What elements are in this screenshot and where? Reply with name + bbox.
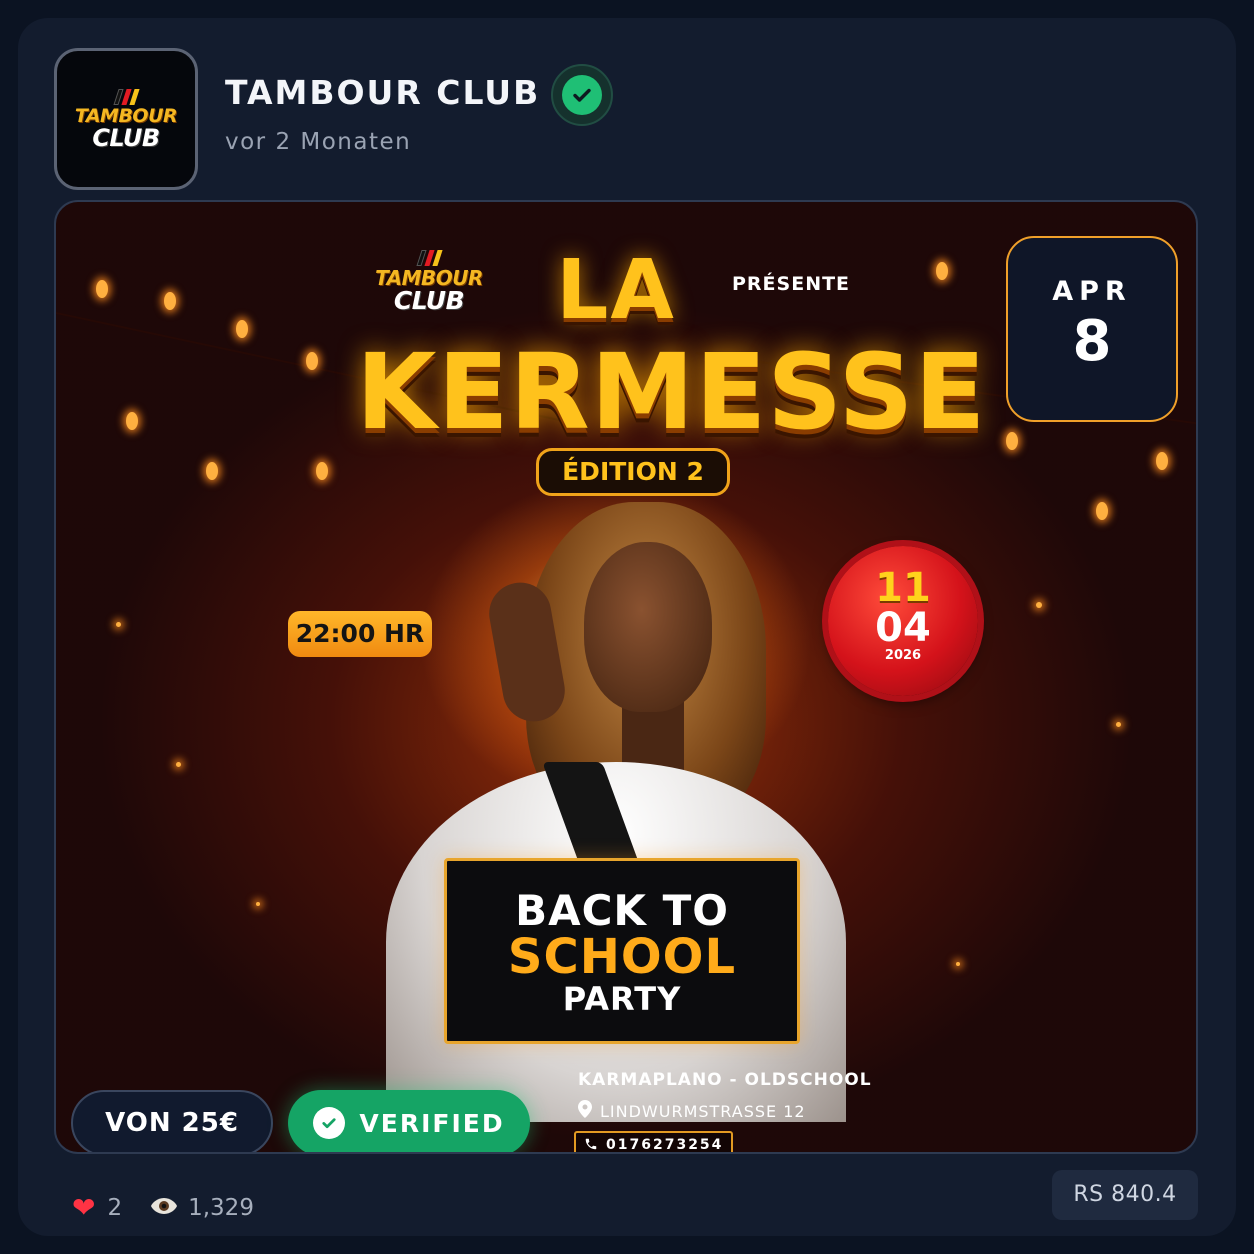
- location-pin-icon: [578, 1100, 592, 1122]
- bulb: [96, 280, 108, 298]
- date-seal: 11 04 2026: [828, 546, 978, 696]
- verified-badge: [551, 64, 613, 126]
- bulb: [306, 352, 318, 370]
- presente-label: PRÉSENTE: [732, 273, 851, 295]
- poster-logo-bottom: CLUB: [393, 286, 465, 315]
- bulb: [126, 412, 138, 430]
- verified-label: VERIFIED: [359, 1108, 505, 1138]
- spark: [176, 762, 181, 767]
- poster-club-logo: TAMBOUR CLUB: [364, 250, 494, 313]
- verified-pill[interactable]: VERIFIED: [288, 1090, 530, 1152]
- back-to-school-banner: BACK TO SCHOOL PARTY: [444, 858, 800, 1044]
- banner-line-1: BACK TO: [515, 886, 729, 935]
- spark: [256, 902, 260, 906]
- spark: [116, 622, 121, 627]
- bulb: [1006, 432, 1018, 450]
- seal-year: 2026: [884, 648, 922, 663]
- price-tag[interactable]: RS 840.4: [1052, 1170, 1198, 1220]
- edition-badge: ÉDITION 2: [536, 448, 730, 496]
- eye-icon: [150, 1195, 178, 1221]
- address-text: LINDWURMSTRASSE 12: [600, 1101, 806, 1121]
- check-circle-icon: [313, 1107, 346, 1139]
- bulb: [1096, 502, 1108, 520]
- seal-month: 04: [875, 605, 931, 651]
- spark: [1036, 602, 1042, 608]
- event-card[interactable]: TAMBOUR CLUB TAMBOUR CLUB vor 2 Monaten: [18, 18, 1236, 1236]
- club-name[interactable]: TAMBOUR CLUB: [225, 73, 540, 112]
- check-circle-icon: [562, 75, 602, 115]
- model-face: [584, 542, 712, 712]
- bulb: [316, 462, 328, 480]
- bulb: [236, 320, 248, 338]
- seal-day: 11: [875, 565, 931, 611]
- banner-line-3: PARTY: [562, 980, 682, 1018]
- bulb: [1156, 452, 1168, 470]
- bulb: [936, 262, 948, 280]
- venue-name: KARMAPLANO - OLDSCHOOL: [578, 1070, 872, 1090]
- flag-stripes-icon: [112, 88, 140, 105]
- phone-box: 0176273254: [574, 1131, 734, 1153]
- poster-logo-top: TAMBOUR: [375, 266, 483, 290]
- heart-icon[interactable]: ❤: [72, 1194, 95, 1222]
- avatar-logo-bottom: CLUB: [92, 123, 160, 152]
- phone-number: 0176273254: [606, 1137, 724, 1153]
- flag-stripes-icon: [361, 250, 496, 266]
- banner-line-2: SCHOOL: [507, 929, 737, 985]
- phone-icon: [584, 1136, 598, 1153]
- view-count: 1,329: [188, 1195, 254, 1221]
- spark: [956, 962, 960, 966]
- like-count: 2: [107, 1195, 123, 1221]
- spark: [1116, 722, 1121, 727]
- footer-stats: ❤ 2 1,329: [72, 1194, 254, 1222]
- time-badge: 22:00 HR: [288, 611, 432, 657]
- event-poster[interactable]: TAMBOUR CLUB PRÉSENTE LA KERMESSE ÉDITIO…: [54, 200, 1198, 1154]
- title-kermesse: KERMESSE: [356, 331, 987, 453]
- club-avatar[interactable]: TAMBOUR CLUB: [54, 48, 198, 190]
- avatar-logo-top: TAMBOUR: [74, 104, 178, 127]
- date-tile: APR 8: [1006, 236, 1178, 422]
- bulb: [206, 462, 218, 480]
- address-row: LINDWURMSTRASSE 12: [578, 1100, 806, 1122]
- bulb: [164, 292, 176, 310]
- date-day: 8: [1072, 309, 1112, 374]
- post-timestamp: vor 2 Monaten: [225, 129, 412, 155]
- price-pill[interactable]: VON 25€: [71, 1090, 273, 1152]
- title-la: LA: [556, 243, 676, 338]
- date-month: APR: [1052, 276, 1132, 307]
